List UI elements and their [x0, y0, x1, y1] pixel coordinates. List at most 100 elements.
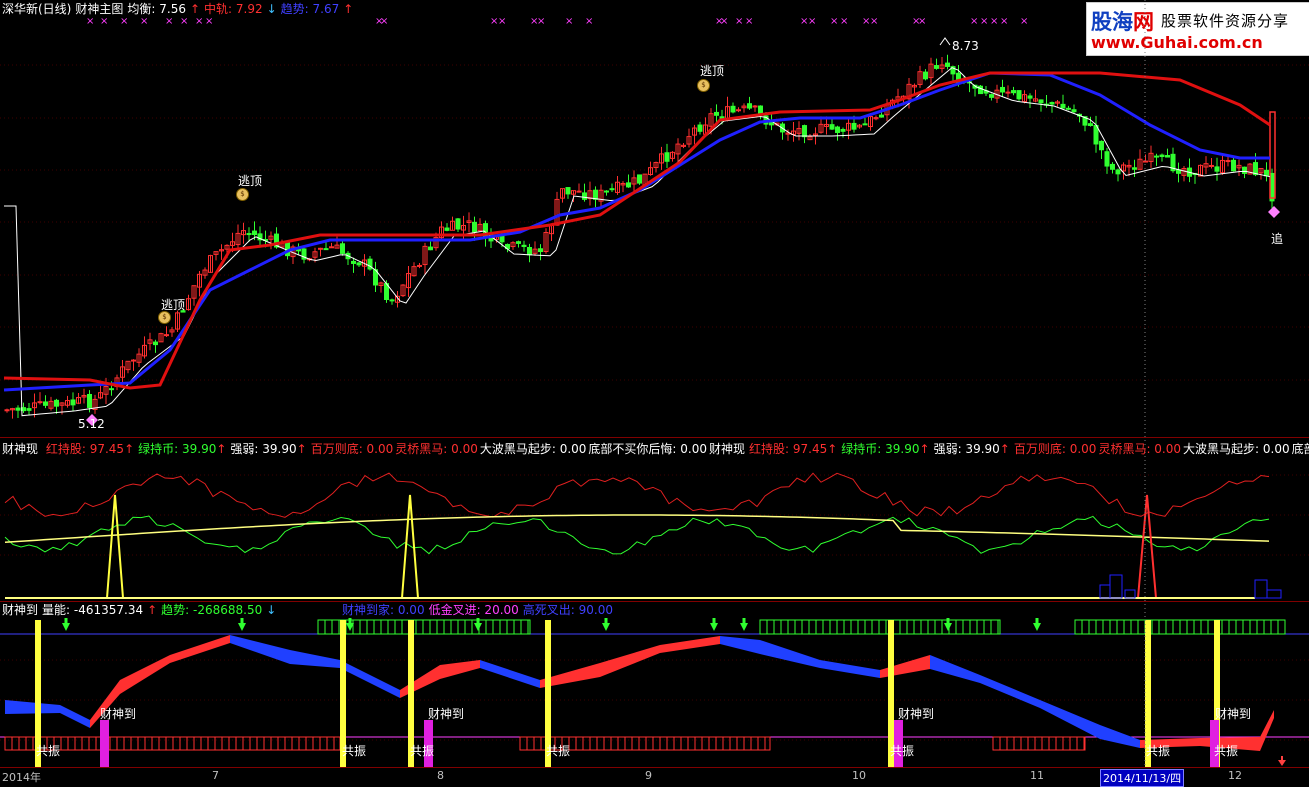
up-arrow-icon	[1278, 756, 1286, 766]
energy-band	[880, 655, 930, 678]
up-arrow-icon: ↑	[147, 603, 158, 617]
date-label: 8	[437, 769, 444, 782]
date-cursor-label[interactable]: 2014/11/13/四	[1100, 769, 1185, 787]
candle	[1110, 163, 1115, 170]
candle	[516, 241, 521, 244]
candle	[1016, 90, 1022, 100]
candle	[252, 230, 257, 236]
candle	[1165, 155, 1170, 158]
down-arrow-icon: ↓	[266, 603, 277, 617]
candle	[428, 246, 433, 251]
signal-marker-icon: ×	[970, 16, 978, 27]
energy-band	[480, 660, 540, 688]
bottom-panel-signals: 财神到家: 0.00 低金叉进: 20.00 高死叉出: 90.00	[342, 603, 617, 617]
up-arrow-icon: ↑	[919, 442, 930, 456]
date-label: 9	[645, 769, 652, 782]
candle	[4, 409, 10, 412]
candle	[1027, 95, 1033, 99]
candle	[1132, 167, 1137, 170]
candle	[1088, 123, 1093, 127]
spike-signal	[106, 494, 124, 599]
mid-indicator-value: 强弱: 39.90	[933, 442, 1000, 456]
mid-indicator-value: 大波黑马起步: 0.00	[479, 442, 587, 456]
candle	[1038, 99, 1044, 104]
down-arrow-icon	[238, 618, 246, 631]
signal-marker-icon: ×	[537, 16, 545, 27]
candle	[879, 114, 884, 118]
mid-panel-name[interactable]: 财神现	[2, 442, 38, 456]
energy-band	[820, 660, 880, 678]
mid-indicator-value: 绿持币: 39.90	[841, 442, 920, 456]
candle	[329, 246, 334, 249]
candle	[389, 299, 395, 302]
signal-marker-icon: ×	[140, 16, 148, 27]
candle	[417, 264, 422, 267]
candle	[851, 122, 857, 130]
bottom-trend-value: 趋势: -268688.50	[161, 603, 263, 617]
mid-indicator-value: 强弱: 39.90	[230, 442, 297, 456]
candle	[15, 407, 21, 411]
mid-indicator-value: 红持股: 97.45	[749, 442, 828, 456]
energy-band	[5, 700, 60, 714]
mid-indicator-value: 红持股: 97.45	[45, 442, 125, 456]
resonance-label: 共振	[1214, 744, 1239, 758]
candle	[840, 129, 846, 132]
signal-marker-icon: ×	[720, 16, 728, 27]
chase-label: 追	[1271, 232, 1284, 246]
candle	[356, 262, 362, 266]
candle	[521, 244, 527, 247]
candle	[1011, 90, 1016, 94]
bottom-panel-name[interactable]: 财神到	[2, 603, 38, 617]
candle	[1099, 140, 1104, 151]
arrow-icon	[939, 37, 951, 46]
energy-band	[760, 640, 820, 668]
candle	[697, 124, 703, 132]
down-arrow-icon	[602, 618, 610, 631]
candle	[862, 123, 868, 126]
candle	[1066, 107, 1071, 110]
signal-marker-icon: ×	[918, 16, 926, 27]
signal-marker-icon: ×	[830, 16, 838, 27]
signal-marker-icon: ×	[990, 16, 998, 27]
candle	[1060, 103, 1066, 109]
candle	[323, 248, 329, 251]
resonance-label: 共振	[1146, 744, 1171, 758]
signal-marker-icon: ×	[565, 16, 573, 27]
mid-indicator-value: 灵桥黑马: 0.00	[395, 442, 478, 456]
mid-channel-line	[3, 71, 1271, 390]
candle	[1005, 91, 1011, 94]
volume-bar	[1124, 589, 1136, 599]
volume-bar	[1266, 589, 1282, 599]
signal-marker-icon: ×	[86, 16, 94, 27]
energy-band	[980, 675, 1040, 708]
energy-band	[1040, 700, 1100, 739]
candle	[472, 221, 477, 233]
volume-bar	[1254, 579, 1268, 599]
date-axis[interactable]: 2014年 7 8 9 10 11 2014/11/13/四 12	[0, 767, 1309, 787]
energy-band	[1260, 710, 1274, 751]
signal-marker-icon: ×	[870, 16, 878, 27]
candle	[626, 182, 631, 188]
resonance-label: 共振	[36, 744, 61, 758]
money-bag-icon: $	[158, 311, 171, 324]
green-signal-block	[759, 619, 1001, 635]
high-price-marker: 8.73	[952, 39, 979, 53]
candle	[829, 124, 835, 130]
bottom-panel-header: 财神到 量能: -461357.34 ↑ 趋势: -268688.50 ↓	[2, 603, 280, 617]
candle	[1225, 160, 1231, 163]
candle	[934, 65, 939, 69]
candle	[736, 109, 741, 112]
resonance-label: 共振	[890, 744, 915, 758]
mid-indicator-value: 百万则底: 0.00	[310, 442, 394, 456]
candle	[730, 105, 736, 113]
wealth-bar	[100, 720, 109, 767]
mid-panel-name[interactable]: 财神现	[709, 442, 745, 456]
candle	[26, 408, 32, 411]
main-chart-canvas[interactable]: × × × × × × × × ×× × × ×× × × ×× × × × × × × × × ×× × × × × ×	[0, 0, 1309, 784]
candle	[109, 388, 114, 391]
candle	[455, 218, 461, 230]
candle	[1000, 86, 1005, 93]
resonance-label: 共振	[342, 744, 367, 758]
signal-marker-icon: ×	[980, 16, 988, 27]
candle	[1154, 155, 1159, 158]
